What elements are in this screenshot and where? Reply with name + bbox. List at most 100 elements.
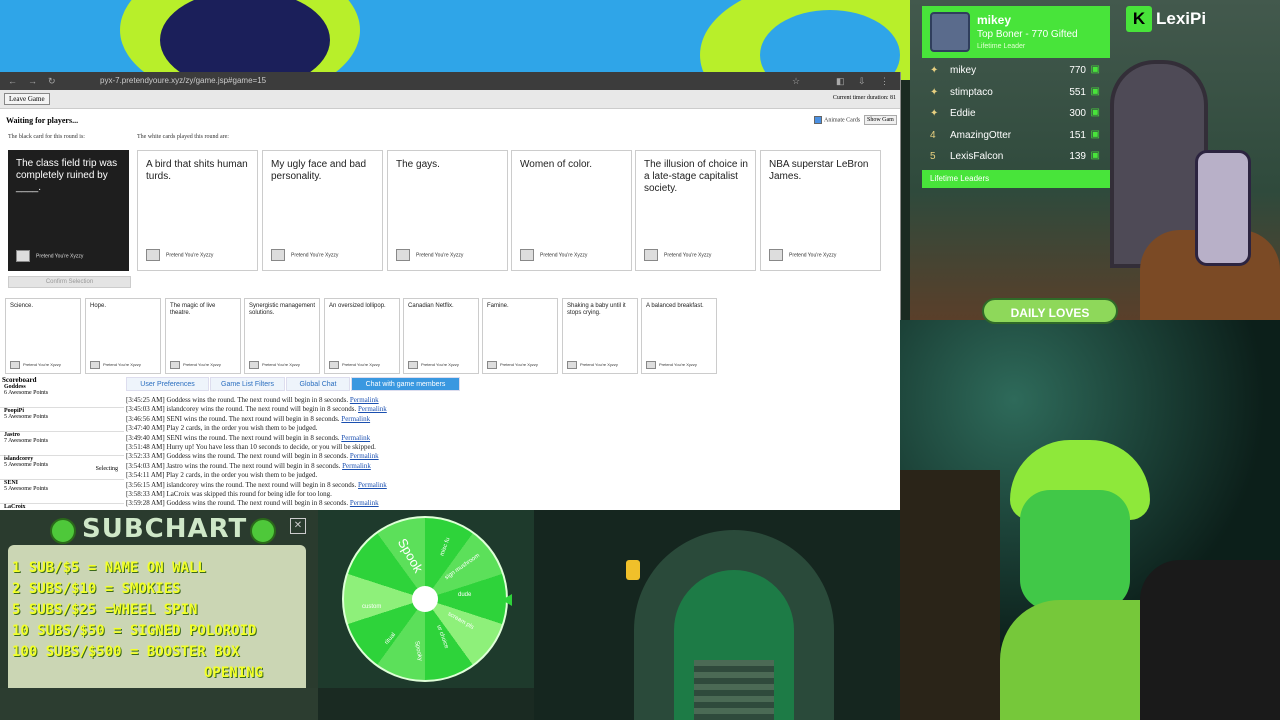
hand-card[interactable]: An oversized lollipop. Pretend You're Xyz… (324, 298, 400, 374)
tab-game-list-filters[interactable]: Game List Filters (210, 377, 285, 391)
forward-icon[interactable]: → (28, 72, 37, 90)
played-card[interactable]: My ugly face and bad personality. Preten… (262, 150, 383, 271)
played-card[interactable]: A bird that shits human turds. Pretend Y… (137, 150, 258, 271)
card-footer: Pretend You're Xyzzy (646, 361, 697, 369)
hand-card[interactable]: Hope. Pretend You're Xyzzy (85, 298, 161, 374)
hand-card[interactable]: A balanced breakfast. Pretend You're Xyzz… (641, 298, 717, 374)
gift-icon: ▣ (1090, 107, 1100, 118)
subchart-line: 2 SUBS/$10 = SMOKIES (12, 581, 181, 597)
wheel-hub (412, 586, 438, 612)
hand-card[interactable]: Shaking a baby until it stops crying. Pre… (562, 298, 638, 374)
card-footer: Pretend You're Xyzzy (769, 249, 836, 261)
tab-global-chat[interactable]: Global Chat (286, 377, 350, 391)
played-card[interactable]: NBA superstar LeBron James. Pretend You'… (760, 150, 881, 271)
chat-line: [3:51:48 AM] Hurry up! You have less tha… (126, 443, 376, 452)
leaderboard-row: ✦ mikey 770 ▣ (930, 64, 1100, 76)
game-toolbar: Leave Game Current timer duration: 81 (0, 90, 900, 109)
card-footer: Pretend You're Xyzzy (16, 250, 83, 262)
browser-window: ← → ↻ pyx-7.pretendyoure.xyz/zy/game.jsp… (0, 72, 901, 510)
menu-icon[interactable]: ⋮ (880, 72, 889, 90)
subchart-line: 5 SUBS/$25 =WHEEL SPIN (12, 602, 198, 618)
hand-card-text: Shaking a baby until it stops crying. (567, 303, 626, 316)
pixel-avatar-icon (1195, 150, 1251, 266)
permalink[interactable]: Permalink (350, 499, 379, 507)
played-card-text: A bird that shits human turds. (146, 159, 248, 182)
confirm-selection-button[interactable]: Confirm Selection (8, 276, 131, 288)
black-card: The class field trip was completely ruin… (8, 150, 129, 271)
subchart-line: OPENING (204, 665, 264, 681)
leaderboard-row: ✦ Eddie 300 ▣ (930, 107, 1100, 119)
checkbox-icon[interactable] (814, 116, 822, 124)
permalink[interactable]: Permalink (350, 396, 379, 404)
chat-line: [3:54:11 AM] Play 2 cards, in the order … (126, 471, 318, 480)
hand-card[interactable]: Synergistic management solutions. Pretend… (244, 298, 320, 374)
card-footer: Pretend You're Xyzzy (249, 361, 300, 369)
spin-wheel-area: Spook misc fu sign mushroom dude scream … (318, 510, 534, 688)
chat-line: [3:49:40 AM] SENI wins the round. The ne… (126, 433, 371, 442)
chat-line: [3:56:15 AM] islandcorey wins the round.… (126, 480, 387, 489)
show-game-button[interactable]: Show Gam (864, 115, 897, 125)
hand-card-text: A balanced breakfast. (646, 303, 704, 309)
chat-line: [3:54:03 AM] Jastro wins the round. The … (126, 461, 371, 470)
url-bar[interactable]: ← → ↻ pyx-7.pretendyoure.xyz/zy/game.jsp… (0, 72, 900, 90)
timer-label: Current timer duration: 81 (832, 95, 896, 101)
stream-banner (0, 0, 910, 80)
hand-card-text: Hope. (90, 303, 107, 309)
trophy-icon: ✦ (930, 86, 939, 98)
card-footer: Pretend You're Xyzzy (10, 361, 61, 369)
tab-user-preferences[interactable]: User Preferences (126, 377, 209, 391)
chat-line: [3:58:33 AM] LaCroix was skipped this ro… (126, 490, 332, 499)
cards-logo-icon (487, 361, 497, 369)
permalink[interactable]: Permalink (358, 481, 387, 489)
permalink[interactable]: Permalink (342, 462, 371, 470)
scoreboard-row: Goddess 6 Awesome Points (0, 384, 124, 408)
cards-logo-icon (646, 361, 656, 369)
tab-chat-with-game-members[interactable]: Chat with game members (351, 377, 460, 391)
hand-card[interactable]: The magic of live theatre. Pretend You're… (165, 298, 241, 374)
top-leader-caption: Lifetime Leader (977, 43, 1026, 50)
hand-card[interactable]: Canadian Netflix. Pretend You're Xyzzy (403, 298, 479, 374)
permalink[interactable]: Permalink (341, 415, 370, 423)
card-footer: Pretend You're Xyzzy (644, 249, 711, 261)
leave-game-button[interactable]: Leave Game (4, 93, 50, 105)
hand-card[interactable]: Science. Pretend You're Xyzzy (5, 298, 81, 374)
cards-logo-icon (329, 361, 339, 369)
url-text[interactable]: pyx-7.pretendyoure.xyz/zy/game.jsp#game=… (100, 72, 266, 90)
close-icon: ✕ (290, 518, 306, 534)
chat-log: [3:45:25 AM] Goddess wins the round. The… (126, 396, 526, 510)
wheel-label: misc fu (439, 537, 452, 557)
animate-cards-checkbox[interactable]: Animate Cards (814, 116, 860, 124)
cards-logo-icon (249, 361, 259, 369)
top-leader-name: mikey (977, 13, 1012, 27)
dungeon-background (534, 510, 900, 720)
chat-line: [3:52:33 AM] Goddess wins the round. The… (126, 452, 379, 461)
daily-loves-banner: DAILY LOVES (982, 298, 1118, 324)
download-icon[interactable]: ⇩ (858, 72, 866, 90)
hand-card-text: Synergistic management solutions. (249, 303, 316, 316)
card-footer: Pretend You're Xyzzy (396, 249, 463, 261)
lantern-icon (626, 560, 640, 580)
permalink[interactable]: Permalink (358, 405, 387, 413)
dungeon-floor (0, 688, 318, 720)
hand-card-text: The magic of live theatre. (170, 303, 216, 316)
chat-line: [3:47:40 AM] Play 2 cards, in the order … (126, 424, 318, 433)
star-icon[interactable]: ☆ (792, 72, 800, 90)
played-card[interactable]: Women of color. Pretend You're Xyzzy (511, 150, 632, 271)
hand-card-text: Canadian Netflix. (408, 303, 454, 309)
cards-logo-icon (769, 249, 783, 261)
hand-card-text: Famine. (487, 303, 509, 309)
back-icon[interactable]: ← (8, 72, 17, 90)
scoreboard-row: Jastro 7 Awesome Points (0, 432, 124, 456)
permalink[interactable]: Permalink (341, 434, 370, 442)
hand-card[interactable]: Famine. Pretend You're Xyzzy (482, 298, 558, 374)
played-card[interactable]: The illusion of choice in a late-stage c… (635, 150, 756, 271)
wheel-label: dude (458, 592, 472, 598)
played-card[interactable]: The gays. Pretend You're Xyzzy (387, 150, 508, 271)
chat-line: [3:45:03 AM] islandcorey wins the round.… (126, 405, 387, 414)
permalink[interactable]: Permalink (350, 452, 379, 460)
cards-logo-icon (567, 361, 577, 369)
extension-icon[interactable]: ◧ (836, 72, 845, 90)
cards-logo-icon (146, 249, 160, 261)
gift-icon: ▣ (1090, 128, 1100, 140)
refresh-icon[interactable]: ↻ (48, 72, 56, 90)
